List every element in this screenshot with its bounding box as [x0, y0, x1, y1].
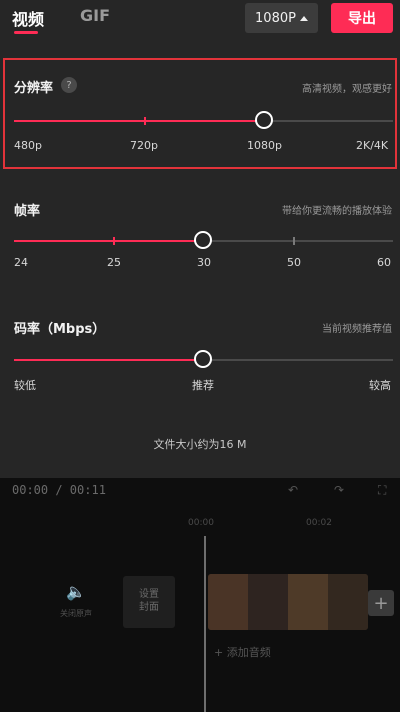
fullscreen-icon[interactable]: ⛶ [378, 483, 386, 498]
export-settings-panel: 视频 GIF 1080P 导出 分辨率 ? 高清视频，观感更好 480p 720… [0, 0, 400, 478]
slider-thumb[interactable] [255, 111, 273, 129]
cover-label: 封面 [139, 602, 159, 613]
slider-fill [14, 240, 203, 242]
add-clip-button[interactable]: + [368, 590, 394, 616]
undo-icon[interactable]: ↶ [288, 483, 298, 497]
bitrate-title: 码率（Mbps） [14, 322, 106, 337]
frame-rate-label: 24 [14, 256, 28, 269]
video-clip[interactable] [208, 574, 368, 630]
frame-rate-label: 50 [287, 256, 301, 269]
playback-time: 00:00 / 00:11 [12, 483, 106, 497]
cover-label: 设置 [139, 589, 159, 600]
file-size-estimate: 文件大小约为16 M [153, 438, 247, 451]
bitrate-label: 较高 [369, 379, 391, 392]
mute-label: 关闭原声 [60, 609, 92, 618]
tab-gif[interactable]: GIF [80, 6, 110, 25]
speaker-mute-icon[interactable]: 🔈 [66, 582, 86, 601]
timeline-editor: 00:00 / 00:11 ↶ ↷ ⛶ 00:00 00:02 🔈 关闭原声 设… [0, 478, 400, 712]
frame-rate-hint: 带给你更流畅的播放体验 [282, 206, 392, 217]
resolution-label: 720p [130, 139, 158, 152]
resolution-label: 1080p [247, 139, 282, 152]
set-cover-button[interactable]: 设置 封面 [123, 576, 175, 628]
frame-rate-title: 帧率 [14, 204, 41, 219]
resolution-slider[interactable] [14, 111, 393, 129]
frame-rate-label: 25 [107, 256, 121, 269]
frame-rate-label: 60 [377, 256, 391, 269]
playhead[interactable] [204, 536, 206, 712]
ruler-mark: 00:02 [306, 518, 332, 528]
slider-thumb[interactable] [194, 231, 212, 249]
time-total: / 00:11 [55, 483, 106, 497]
resolution-highlight-box [3, 58, 397, 169]
slider-tick [293, 237, 295, 245]
frame-rate-label: 30 [197, 256, 211, 269]
ruler-mark: 00:00 [188, 518, 214, 528]
bitrate-hint: 当前视频推荐值 [322, 324, 392, 335]
slider-fill [14, 359, 203, 361]
bitrate-label: 较低 [14, 379, 36, 392]
help-icon[interactable]: ? [61, 77, 77, 93]
tab-video[interactable]: 视频 [12, 6, 44, 30]
resolution-label: 2K/4K [356, 139, 389, 152]
resolution-title: 分辨率 [14, 81, 54, 96]
redo-icon[interactable]: ↷ [334, 483, 344, 497]
slider-thumb[interactable] [194, 350, 212, 368]
add-audio-button[interactable]: + 添加音频 [214, 644, 271, 660]
resolution-dropdown[interactable]: 1080P [245, 3, 318, 33]
tab-active-indicator [14, 31, 38, 34]
bitrate-slider[interactable] [14, 350, 393, 368]
slider-tick [113, 237, 115, 245]
slider-tick [144, 117, 146, 125]
slider-fill [14, 120, 264, 122]
time-current: 00:00 [12, 483, 49, 497]
resolution-label: 480p [14, 139, 42, 152]
resolution-dropdown-label: 1080P [255, 10, 296, 26]
frame-rate-slider[interactable] [14, 231, 393, 249]
export-button[interactable]: 导出 [331, 3, 393, 33]
caret-up-icon [299, 15, 308, 21]
resolution-hint: 高清视频，观感更好 [302, 84, 392, 95]
bitrate-label: 推荐 [192, 379, 214, 392]
